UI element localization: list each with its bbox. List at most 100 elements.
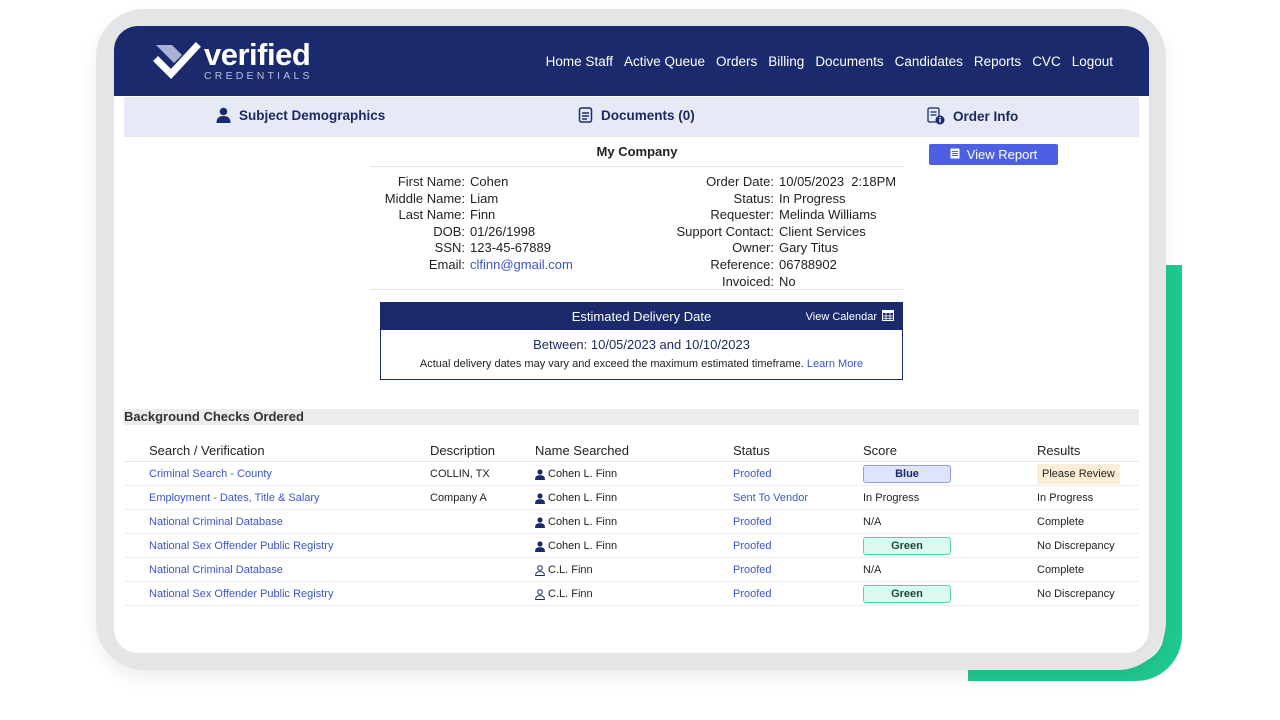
- nav-billing[interactable]: Billing: [768, 54, 804, 69]
- invoiced-value: No: [779, 273, 796, 289]
- score-badge: Blue: [863, 465, 951, 483]
- learn-more-link[interactable]: Learn More: [807, 358, 863, 370]
- field-label: Last Name:: [398, 207, 465, 223]
- field-label: Order Date:: [706, 174, 774, 189]
- detail-row-last-name: Last Name: Finn: [364, 207, 573, 224]
- field-label: Status:: [733, 190, 774, 206]
- detail-row-dob: DOB: 01/26/1998: [364, 224, 573, 241]
- name-searched: Cohen L. Finn: [548, 540, 618, 552]
- score-cell: Green: [863, 582, 951, 606]
- score-cell: Blue: [863, 462, 951, 486]
- status-link[interactable]: Proofed: [733, 510, 772, 534]
- ssn-value: 123-45-67889: [470, 240, 551, 256]
- name-searched-cell: C.L. Finn: [535, 582, 593, 606]
- detail-row-reference: Reference: 06788902: [654, 257, 896, 274]
- column-header: Name Searched: [535, 442, 629, 458]
- detail-row-ssn: SSN: 123-45-67889: [364, 240, 573, 257]
- brand-text: verified CREDENTIALS: [204, 36, 313, 82]
- nav-candidates[interactable]: Candidates: [895, 54, 963, 69]
- first-name-value: Cohen: [470, 174, 509, 189]
- name-searched: Cohen L. Finn: [548, 516, 618, 528]
- column-header: Results: [1037, 442, 1081, 458]
- tab-subject-demographics[interactable]: Subject Demographics: [216, 107, 385, 123]
- tab-label: Subject Demographics: [239, 107, 386, 123]
- table-header: Search / Verification Description Name S…: [124, 438, 1139, 462]
- search-link[interactable]: National Criminal Database: [149, 510, 283, 534]
- nav-home-staff[interactable]: Home Staff: [546, 54, 613, 69]
- person-outline-icon: [535, 588, 545, 600]
- status-link[interactable]: Sent To Vendor: [733, 486, 808, 510]
- status-link[interactable]: Proofed: [733, 582, 772, 606]
- results-cell: No Discrepancy: [1037, 540, 1115, 552]
- brand-word: verified: [204, 36, 311, 72]
- status-link[interactable]: Proofed: [733, 558, 772, 582]
- score-cell: In Progress: [863, 492, 920, 504]
- field-label: Reference:: [710, 256, 774, 272]
- score-badge: Green: [863, 585, 951, 603]
- column-header: Description: [430, 442, 496, 458]
- status-value: In Progress: [779, 190, 846, 206]
- middle-name-value: Liam: [470, 190, 499, 206]
- table-row: Employment - Dates, Title & Salary Compa…: [124, 486, 1139, 510]
- search-link[interactable]: Employment - Dates, Title & Salary: [149, 486, 320, 510]
- tab-documents[interactable]: Documents (0): [578, 107, 695, 123]
- results-cell: In Progress: [1037, 492, 1094, 504]
- name-searched-cell: C.L. Finn: [535, 558, 593, 582]
- field-label: First Name:: [397, 174, 465, 189]
- field-label: Middle Name:: [384, 190, 465, 206]
- name-searched: C.L. Finn: [548, 588, 593, 600]
- delivery-range: Between: 10/05/2023 and 10/10/2023: [533, 337, 750, 352]
- nav-reports[interactable]: Reports: [974, 54, 1021, 69]
- table-row: National Criminal Database C.L. Finn Pro…: [124, 558, 1139, 582]
- detail-row-status: Status: In Progress: [654, 191, 896, 208]
- main-nav: Home Staff Active Queue Orders Billing D…: [546, 54, 1113, 69]
- stage: verified CREDENTIALS Home Staff Active Q…: [0, 0, 1280, 720]
- status-link[interactable]: Proofed: [733, 462, 772, 486]
- delivery-title: Estimated Delivery Date: [571, 309, 712, 324]
- search-link[interactable]: Criminal Search - County: [149, 462, 272, 486]
- brand-logo[interactable]: verified CREDENTIALS: [152, 36, 313, 82]
- brand-subtitle: CREDENTIALS: [204, 69, 313, 82]
- field-label: DOB:: [433, 223, 465, 239]
- tab-label: Documents (0): [601, 107, 695, 123]
- search-link[interactable]: National Sex Offender Public Registry: [149, 534, 333, 558]
- nav-orders[interactable]: Orders: [716, 54, 757, 69]
- nav-cvc[interactable]: CVC: [1032, 54, 1061, 69]
- top-bar: verified CREDENTIALS Home Staff Active Q…: [114, 26, 1149, 96]
- tab-label: Order Info: [953, 108, 1019, 124]
- column-header: Search / Verification: [149, 442, 265, 458]
- review-flag: Please Review: [1037, 464, 1120, 484]
- calendar-icon: [882, 309, 894, 324]
- person-icon: [216, 107, 231, 123]
- person-solid-icon: [535, 540, 545, 552]
- nav-logout[interactable]: Logout: [1072, 54, 1113, 69]
- email-link[interactable]: clfinn@gmail.com: [470, 257, 573, 274]
- field-label: Owner:: [732, 240, 774, 256]
- nav-active-queue[interactable]: Active Queue: [624, 54, 705, 69]
- search-link[interactable]: National Criminal Database: [149, 558, 283, 582]
- view-report-button[interactable]: View Report: [929, 144, 1058, 165]
- view-report-label: View Report: [966, 147, 1038, 162]
- status-link[interactable]: Proofed: [733, 534, 772, 558]
- results-cell: Please Review: [1037, 462, 1120, 486]
- divider: [370, 289, 904, 290]
- table-row: National Criminal Database Cohen L. Finn…: [124, 510, 1139, 534]
- score-cell: N/A: [863, 564, 882, 576]
- person-solid-icon: [535, 492, 545, 504]
- owner-value: Gary Titus: [779, 240, 839, 256]
- search-link[interactable]: National Sex Offender Public Registry: [149, 582, 333, 606]
- tab-order-info[interactable]: Order Info: [927, 107, 1018, 125]
- results-cell: No Discrepancy: [1037, 588, 1115, 600]
- reference-value: 06788902: [779, 256, 837, 272]
- order-date-value: 10/05/2023 2:18PM: [779, 174, 897, 189]
- nav-documents[interactable]: Documents: [815, 54, 883, 69]
- order-details: Order Date: 10/05/2023 2:18PM Status: In P…: [654, 174, 896, 290]
- results-cell: Complete: [1037, 564, 1085, 576]
- name-searched: C.L. Finn: [548, 564, 593, 576]
- view-calendar-label: View Calendar: [805, 310, 877, 323]
- checkmark-logo-icon: [152, 41, 202, 81]
- order-info-icon: [927, 107, 945, 125]
- detail-row-requester: Requester: Melinda Williams: [654, 207, 896, 224]
- view-calendar-link[interactable]: View Calendar: [806, 303, 894, 330]
- estimated-delivery-panel: Estimated Delivery Date View Calendar Be…: [380, 302, 903, 380]
